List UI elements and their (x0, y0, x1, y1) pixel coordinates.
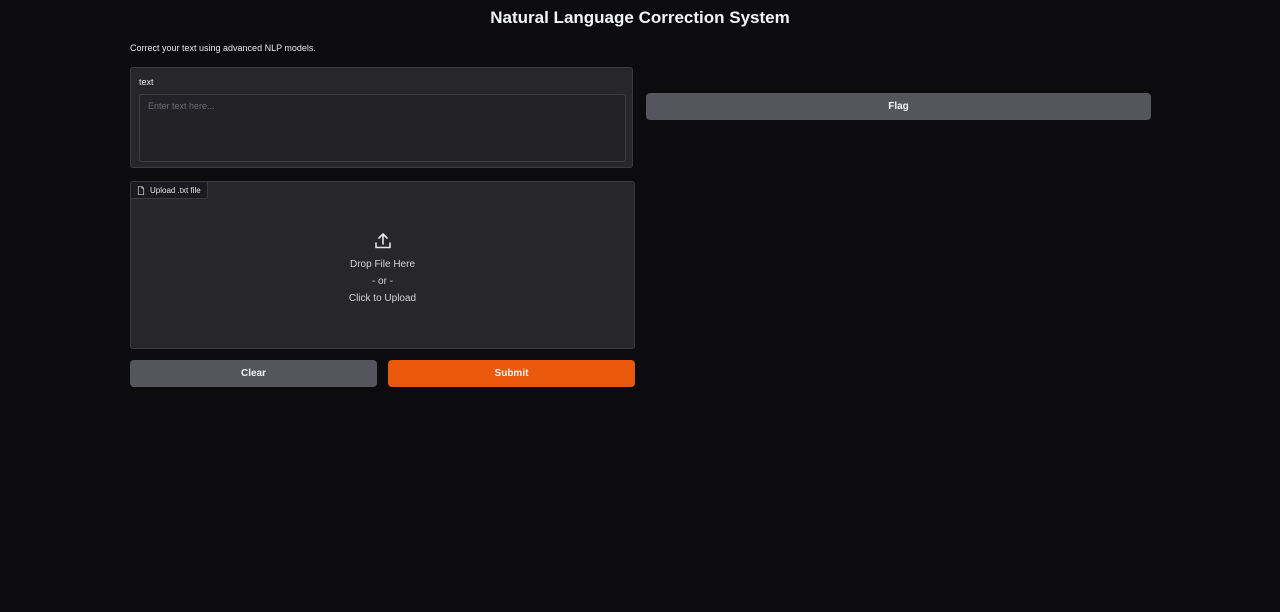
file-upload-dropzone[interactable]: Upload .txt file Drop File Here - or - C… (130, 181, 635, 349)
file-icon (137, 185, 145, 195)
page-title: Natural Language Correction System (490, 8, 790, 27)
text-input-block: text (130, 67, 633, 168)
upload-label-text: Upload .txt file (150, 185, 201, 195)
text-input-field[interactable] (139, 94, 626, 162)
text-input-label: text (139, 77, 154, 87)
upload-prompt: Drop File Here - or - Click to Upload (131, 232, 634, 307)
app-page: Natural Language Correction System Corre… (0, 0, 1280, 612)
upload-label-tag: Upload .txt file (130, 181, 208, 199)
clear-button[interactable]: Clear (130, 360, 377, 387)
submit-button[interactable]: Submit (388, 360, 635, 387)
or-separator-text: - or - (371, 276, 394, 287)
click-to-upload-text: Click to Upload (348, 293, 417, 304)
flag-button[interactable]: Flag (646, 93, 1151, 120)
drop-file-text: Drop File Here (349, 259, 416, 270)
page-description: Correct your text using advanced NLP mod… (130, 43, 316, 53)
upload-icon (374, 233, 391, 249)
